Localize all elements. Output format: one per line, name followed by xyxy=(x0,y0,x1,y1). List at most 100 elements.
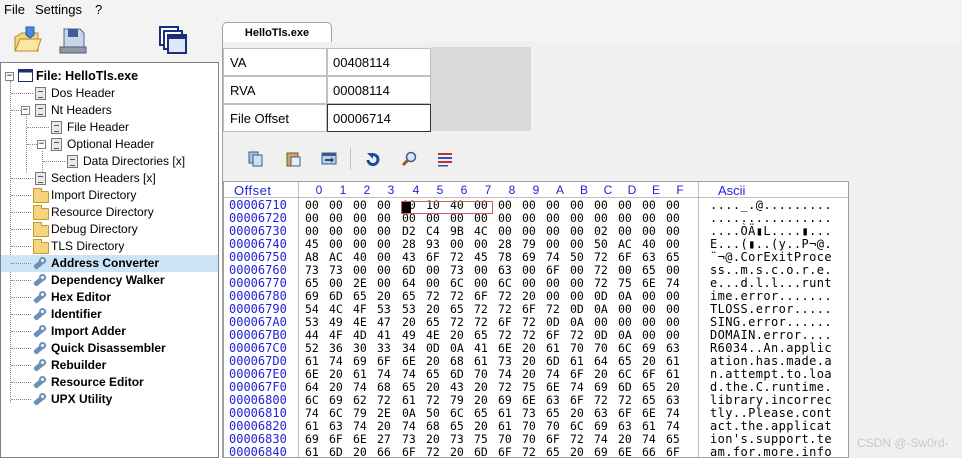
tool-icon xyxy=(33,308,49,322)
column-header: E xyxy=(651,183,660,197)
tree-item-import-adder[interactable]: Import Adder xyxy=(1,323,218,340)
tree-item-quick-disassembler[interactable]: Quick Disassembler xyxy=(1,340,218,357)
hex-byte[interactable]: 20 xyxy=(353,446,373,458)
document-icon xyxy=(35,87,46,100)
tree-item-data-directories[interactable]: Data Directories [x] xyxy=(1,153,218,170)
list-icon[interactable] xyxy=(437,151,453,167)
offset-label: File Offset xyxy=(223,104,327,132)
refresh-icon[interactable] xyxy=(365,151,381,167)
column-header: 5 xyxy=(436,183,444,197)
document-icon xyxy=(51,121,62,134)
tree-item-label: Hex Editor xyxy=(51,290,112,304)
hex-byte[interactable]: 6F xyxy=(666,446,686,458)
collapse-icon[interactable]: − xyxy=(37,140,46,149)
tree-root-label: File: HelloTls.exe xyxy=(36,69,139,83)
tree-item-label: File Header xyxy=(67,120,130,134)
tree-item-identifier[interactable]: Identifier xyxy=(1,306,218,323)
tree-item-dependency-walker[interactable]: Dependency Walker xyxy=(1,272,218,289)
tree-item-tls-directory[interactable]: TLS Directory xyxy=(1,238,218,255)
goto-icon[interactable] xyxy=(321,151,337,167)
tree-item-optional-header[interactable]: − Optional Header xyxy=(1,136,218,153)
search-icon[interactable] xyxy=(401,151,417,167)
hex-byte[interactable]: 6E xyxy=(618,446,638,458)
column-header: C xyxy=(603,183,613,197)
hex-byte[interactable]: 6D xyxy=(329,446,349,458)
collapse-icon[interactable]: − xyxy=(5,72,14,81)
selection-box xyxy=(401,201,493,214)
hex-byte[interactable]: 6F xyxy=(498,446,518,458)
va-field[interactable]: 00408114 xyxy=(327,48,431,76)
rva-label: RVA xyxy=(223,76,327,104)
tree-item-address-converter[interactable]: Address Converter xyxy=(1,255,218,272)
hex-byte[interactable]: 6D xyxy=(474,446,494,458)
column-header: 7 xyxy=(484,183,492,197)
tab-hellotls[interactable]: HelloTls.exe xyxy=(222,22,332,43)
hex-byte[interactable]: 66 xyxy=(642,446,662,458)
tree-item-nt-headers[interactable]: − Nt Headers xyxy=(1,102,218,119)
hex-byte[interactable]: 72 xyxy=(426,446,446,458)
save-drive-icon[interactable] xyxy=(58,25,88,55)
menu-settings[interactable]: Settings xyxy=(35,2,82,17)
tree-item-label: Resource Editor xyxy=(51,375,144,389)
address-converter-panel: VA 00408114 RVA 00008114 File Offset 000… xyxy=(222,42,962,458)
tree-item-hex-editor[interactable]: Hex Editor xyxy=(1,289,218,306)
menu-help[interactable]: ? xyxy=(95,2,102,17)
hex-header: Offset 0 1 2 3 4 5 6 7 8 9 A B C D E F A… xyxy=(224,182,848,198)
tree-item-rebuilder[interactable]: Rebuilder xyxy=(1,357,218,374)
offset-field[interactable]: 00006714 xyxy=(327,104,431,132)
tree-item-label: UPX Utility xyxy=(51,392,113,406)
tree-item-import-directory[interactable]: Import Directory xyxy=(1,187,218,204)
va-row: VA 00408114 xyxy=(223,48,431,76)
row-ascii: am.for.more.info xyxy=(710,445,832,458)
tree-root[interactable]: − File: HelloTls.exe xyxy=(1,68,218,85)
tool-icon xyxy=(33,359,49,373)
tool-icon xyxy=(33,291,49,305)
menu-file[interactable]: File xyxy=(4,2,25,17)
paste-icon[interactable] xyxy=(285,151,301,167)
tree-item-label: Resource Directory xyxy=(51,205,154,219)
document-icon xyxy=(51,138,62,151)
windows-icon[interactable] xyxy=(158,25,188,57)
hex-byte[interactable]: 66 xyxy=(377,446,397,458)
toolbar-separator xyxy=(350,148,351,170)
hex-view[interactable]: Offset 0 1 2 3 4 5 6 7 8 9 A B C D E F A… xyxy=(223,181,849,458)
column-header: 8 xyxy=(508,183,516,197)
rva-field[interactable]: 00008114 xyxy=(327,76,431,104)
open-file-icon[interactable] xyxy=(12,25,42,55)
tree-item-dos-header[interactable]: Dos Header xyxy=(1,85,218,102)
tree-item-label: Rebuilder xyxy=(51,358,107,372)
column-header: A xyxy=(555,183,564,197)
menu-bar: File Settings ? xyxy=(0,0,962,20)
tree-item-label: Debug Directory xyxy=(51,222,138,236)
copy-icon[interactable] xyxy=(248,151,264,167)
hex-byte[interactable]: 6F xyxy=(402,446,422,458)
tree-item-resource-directory[interactable]: Resource Directory xyxy=(1,204,218,221)
hex-byte[interactable]: 69 xyxy=(594,446,614,458)
hex-byte[interactable]: 20 xyxy=(450,446,470,458)
hex-byte[interactable]: 20 xyxy=(570,446,590,458)
tree-item-label: Import Adder xyxy=(51,324,126,338)
column-header: B xyxy=(579,183,588,197)
tree-item-label: Address Converter xyxy=(51,256,160,270)
collapse-icon[interactable]: − xyxy=(21,106,30,115)
tree-item-label: TLS Directory xyxy=(51,239,125,253)
hex-byte[interactable]: 61 xyxy=(305,446,325,458)
tree-item-upx-utility[interactable]: UPX Utility xyxy=(1,391,218,408)
tree-item-resource-editor[interactable]: Resource Editor xyxy=(1,374,218,391)
offset-row: File Offset 00006714 xyxy=(223,104,431,132)
column-header: 2 xyxy=(363,183,371,197)
hex-byte[interactable]: 72 xyxy=(522,446,542,458)
hex-byte[interactable]: 65 xyxy=(546,446,566,458)
tree-item-section-headers[interactable]: Section Headers [x] xyxy=(1,170,218,187)
va-label: VA xyxy=(223,48,327,76)
hex-toolbar xyxy=(223,142,962,178)
offset-header: Offset xyxy=(234,183,272,198)
folder-icon xyxy=(33,205,49,220)
column-header: 0 xyxy=(315,183,323,197)
hex-row[interactable]: 00006840 61 6D 20 66 6F 72 20 6D 6F 72 65… xyxy=(224,445,848,458)
folder-icon xyxy=(33,239,49,254)
tree-item-file-header[interactable]: File Header xyxy=(1,119,218,136)
tree-item-debug-directory[interactable]: Debug Directory xyxy=(1,221,218,238)
tree-item-label: Dependency Walker xyxy=(51,273,165,287)
column-header: 1 xyxy=(339,183,347,197)
